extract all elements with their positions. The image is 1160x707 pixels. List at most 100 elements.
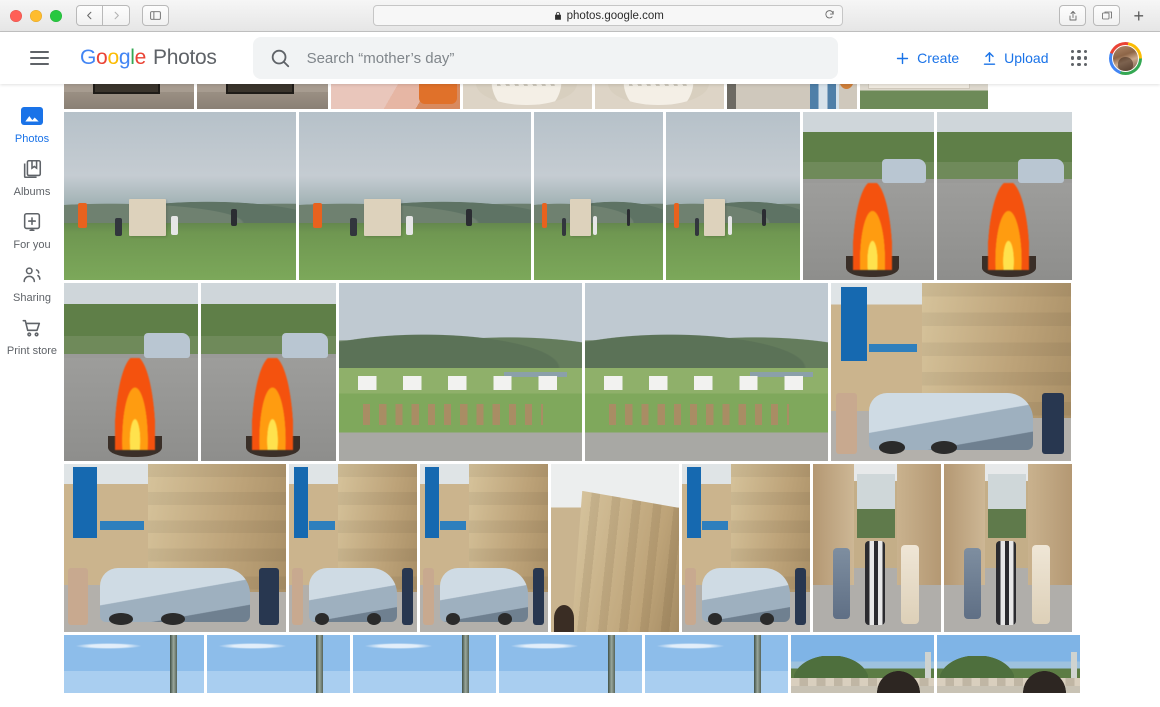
photo-tile[interactable] xyxy=(534,112,663,280)
photo-detail xyxy=(607,635,615,693)
photo-tile[interactable] xyxy=(813,464,941,632)
photo-tile[interactable] xyxy=(64,464,286,632)
photo-tile[interactable] xyxy=(551,464,679,632)
photo-detail xyxy=(114,357,156,451)
hamburger-line xyxy=(29,63,49,65)
photo-thumbnail xyxy=(207,635,350,693)
photo-tile[interactable] xyxy=(64,112,296,280)
photo-tile[interactable] xyxy=(64,635,204,693)
photo-grid-rows xyxy=(64,84,1080,693)
photo-thumbnail xyxy=(551,464,679,632)
photo-detail xyxy=(440,521,467,530)
photo-tile[interactable] xyxy=(463,84,592,109)
avatar[interactable] xyxy=(1109,41,1142,75)
photo-tile[interactable] xyxy=(585,283,828,461)
photo-row xyxy=(64,635,1080,693)
photo-grid[interactable] xyxy=(64,84,1160,707)
photo-detail xyxy=(964,548,982,619)
sidebar-item-label: Print store xyxy=(6,345,58,358)
apps-dot xyxy=(1077,56,1081,60)
photo-detail xyxy=(363,404,544,426)
upload-button[interactable]: Upload xyxy=(981,50,1049,67)
photo-tile[interactable] xyxy=(201,283,336,461)
photo-detail xyxy=(852,182,893,270)
photo-tile[interactable] xyxy=(666,112,800,280)
photo-tile[interactable] xyxy=(207,635,350,693)
photo-tile[interactable] xyxy=(339,283,582,461)
photo-tile[interactable] xyxy=(937,112,1072,280)
address-bar[interactable]: photos.google.com xyxy=(373,5,844,26)
photo-tile[interactable] xyxy=(860,84,988,109)
avatar-image xyxy=(1112,44,1139,72)
sidebar-item-photos[interactable]: Photos xyxy=(0,96,64,149)
photo-tile[interactable] xyxy=(803,112,934,280)
forward-button[interactable] xyxy=(103,5,130,26)
sidebar-toggle-icon xyxy=(150,11,161,20)
photo-tile[interactable] xyxy=(682,464,810,632)
photo-detail xyxy=(1032,544,1051,624)
photo-detail xyxy=(259,568,280,626)
photo-detail xyxy=(364,643,434,649)
photo-detail xyxy=(358,375,563,390)
minimize-window-button[interactable] xyxy=(30,9,42,22)
photo-detail xyxy=(996,541,1016,626)
maximize-window-button[interactable] xyxy=(50,9,62,22)
photo-tile[interactable] xyxy=(289,464,417,632)
photo-detail xyxy=(440,568,528,625)
logo-letter: g xyxy=(118,46,131,69)
share-button[interactable] xyxy=(1059,5,1087,26)
photo-detail xyxy=(1071,652,1078,678)
photo-tile[interactable] xyxy=(944,464,1072,632)
apps-grid-icon[interactable] xyxy=(1070,49,1087,67)
photo-tile[interactable] xyxy=(64,84,194,109)
sidebar-item-print-store[interactable]: Print store xyxy=(0,308,64,361)
tabs-overview-button[interactable] xyxy=(1093,5,1121,26)
photo-tile[interactable] xyxy=(420,464,548,632)
search-input[interactable] xyxy=(306,49,822,67)
photo-tile[interactable] xyxy=(331,84,460,109)
photo-detail xyxy=(92,84,161,95)
photo-tile[interactable] xyxy=(299,112,531,280)
sidebar-item-label: For you xyxy=(13,239,51,252)
photo-tile[interactable] xyxy=(499,635,642,693)
photo-detail xyxy=(1018,159,1064,183)
photo-tile[interactable] xyxy=(595,84,724,109)
window-traffic-lights xyxy=(10,9,62,22)
photo-thumbnail xyxy=(727,84,857,109)
photo-detail xyxy=(282,332,328,358)
reload-button[interactable] xyxy=(824,9,835,23)
photo-detail xyxy=(626,209,630,227)
google-photos-logo[interactable]: Google Photos xyxy=(80,46,217,70)
photo-tile[interactable] xyxy=(645,635,788,693)
print-store-icon xyxy=(21,317,43,339)
photo-detail xyxy=(869,393,1033,454)
new-tab-button[interactable]: + xyxy=(1127,7,1150,25)
sidebar-item-for-you[interactable]: For you xyxy=(0,202,64,255)
photo-tile[interactable] xyxy=(937,635,1080,693)
photo-tile[interactable] xyxy=(791,635,934,693)
product-name: Photos xyxy=(152,46,217,69)
photo-detail xyxy=(553,605,575,632)
sidebar-toggle-button[interactable] xyxy=(142,5,169,26)
create-button[interactable]: Create xyxy=(894,50,959,67)
photo-detail xyxy=(869,343,918,353)
photo-detail xyxy=(294,467,309,538)
for-you-icon xyxy=(21,211,43,233)
search-bar[interactable] xyxy=(252,37,838,79)
main-menu-button[interactable] xyxy=(14,51,60,65)
photo-thumbnail xyxy=(299,112,531,280)
photo-detail xyxy=(425,467,440,538)
upload-label: Upload xyxy=(1004,50,1049,66)
photo-thumbnail xyxy=(682,464,810,632)
photo-tile[interactable] xyxy=(353,635,496,693)
back-button[interactable] xyxy=(76,5,103,26)
photo-tile[interactable] xyxy=(64,283,198,461)
photo-thumbnail xyxy=(791,635,934,693)
photo-tile[interactable] xyxy=(727,84,857,109)
sidebar-item-albums[interactable]: Albums xyxy=(0,149,64,202)
photo-detail xyxy=(64,92,194,109)
photo-tile[interactable] xyxy=(831,283,1071,461)
photo-tile[interactable] xyxy=(197,84,328,109)
sidebar-item-sharing[interactable]: Sharing xyxy=(0,255,64,308)
close-window-button[interactable] xyxy=(10,9,22,22)
